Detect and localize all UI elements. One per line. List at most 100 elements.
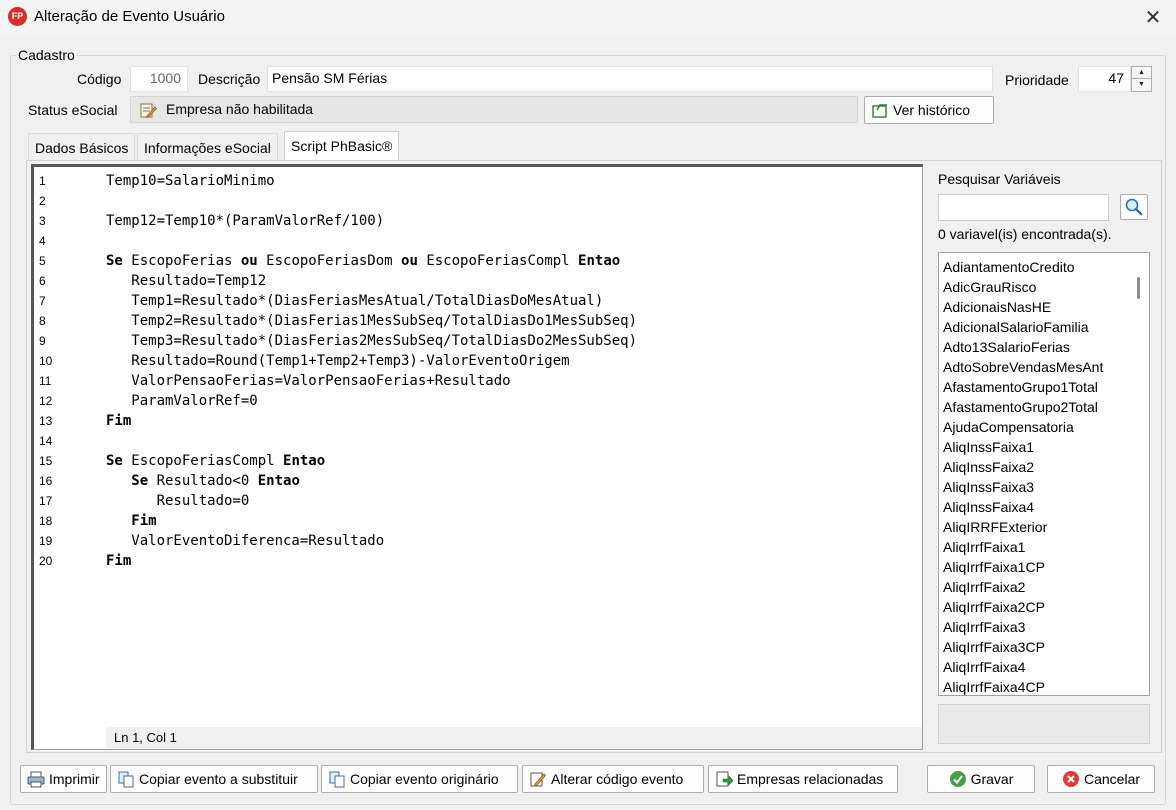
line-number: 10 [39, 354, 53, 368]
alterar-codigo-evento-button[interactable]: Alterar código evento [522, 765, 704, 793]
code-line: Temp2=Resultado*(DiasFerias1MesSubSeq/To… [106, 313, 638, 329]
empresas-relacionadas-label: Empresas relacionadas [737, 771, 884, 787]
cancelar-label: Cancelar [1083, 771, 1141, 787]
variable-list-item[interactable]: AdicionalSalarioFamilia [943, 317, 1089, 337]
code-line: Resultado=Round(Temp1+Temp2+Temp3)-Valor… [106, 353, 570, 369]
variable-list-item[interactable]: AfastamentoGrupo1Total [943, 377, 1098, 397]
variable-list-item[interactable]: AdicionaisNasHE [943, 297, 1051, 317]
line-number: 5 [39, 254, 46, 268]
variable-list-item[interactable]: AliqIrrfFaixa4CP [943, 677, 1045, 695]
copiar-evento-substituir-button[interactable]: Copiar evento a substituir [110, 765, 318, 793]
imprimir-button[interactable]: Imprimir [20, 765, 107, 793]
tab-informacoes-esocial[interactable]: Informações eSocial [137, 133, 278, 160]
chevron-up-icon[interactable]: ▲ [1132, 67, 1151, 79]
code-line: Se EscopoFerias ou EscopoFeriasDom ou Es… [106, 253, 621, 269]
line-number: 16 [39, 474, 53, 488]
alterar-codigo-evento-label: Alterar código evento [551, 771, 684, 787]
line-number: 18 [39, 514, 53, 528]
copiar-evento-originario-label: Copiar evento originário [350, 771, 499, 787]
variable-list-item[interactable]: AliqInssFaixa1 [943, 437, 1034, 457]
close-button[interactable]: ✕ [1130, 0, 1176, 34]
copy-icon [329, 771, 345, 788]
variable-list-item[interactable]: AliqIrrfFaixa3 [943, 617, 1025, 637]
empresas-relacionadas-button[interactable]: Empresas relacionadas [708, 765, 898, 793]
search-icon [1125, 198, 1143, 216]
cadastro-legend: Cadastro [16, 47, 77, 63]
title-bar: FP Alteração de Evento Usuário ✕ [0, 0, 1176, 34]
variables-scrollbar[interactable] [1127, 253, 1149, 695]
code-line: Temp1=Resultado*(DiasFeriasMesAtual/Tota… [106, 293, 604, 309]
printer-icon [27, 771, 45, 788]
status-esocial-field: Empresa não habilitada [130, 96, 858, 123]
descricao-field[interactable]: Pensão SM Férias [267, 66, 993, 92]
app-logo-icon: FP [8, 7, 27, 26]
line-number: 4 [39, 234, 46, 248]
cancelar-button[interactable]: Cancelar [1047, 765, 1155, 793]
code-area[interactable]: Temp10=SalarioMinimo Temp12=Temp10*(Param… [106, 167, 922, 727]
search-variables-input[interactable] [938, 194, 1109, 221]
code-line: Fim [106, 413, 132, 429]
line-number: 19 [39, 534, 53, 548]
code-line: ParamValorRef=0 [106, 393, 258, 409]
line-number: 12 [39, 394, 53, 408]
check-icon [949, 771, 966, 787]
ver-historico-button[interactable]: Ver histórico [864, 96, 994, 124]
line-number: 1 [39, 174, 46, 188]
line-number: 17 [39, 494, 53, 508]
line-number: 8 [39, 314, 46, 328]
variable-list-item[interactable]: AliqInssFaixa3 [943, 477, 1034, 497]
code-line: Fim [131, 513, 157, 529]
variable-list-item[interactable]: AdicGrauRisco [943, 277, 1036, 297]
line-number: 2 [39, 194, 46, 208]
status-esocial-label: Status eSocial [28, 102, 118, 118]
imprimir-label: Imprimir [49, 771, 100, 787]
variable-list-item[interactable]: AliqIrrfFaixa2 [943, 577, 1025, 597]
gravar-label: Gravar [970, 771, 1014, 787]
scrollbar-thumb[interactable] [1137, 277, 1140, 299]
variable-list-item[interactable]: AliqIrrfFaixa4 [943, 657, 1025, 677]
copiar-evento-substituir-label: Copiar evento a substituir [139, 771, 298, 787]
gravar-button[interactable]: Gravar [927, 765, 1035, 793]
line-number: 11 [39, 374, 52, 388]
line-number: 14 [39, 434, 53, 448]
prioridade-stepper[interactable]: ▲ ▼ [1131, 66, 1152, 92]
variable-list-item[interactable]: AdtoSobreVendasMesAnt [943, 357, 1103, 377]
tab-dados-basicos[interactable]: Dados Básicos [28, 133, 136, 160]
prioridade-field[interactable]: 47 [1078, 66, 1131, 92]
chevron-down-icon[interactable]: ▼ [1132, 79, 1151, 91]
variable-list-item[interactable]: AliqIRRFExterior [943, 517, 1047, 537]
variables-found-count: 0 variavel(is) encontrada(s). [938, 226, 1112, 242]
variable-list-item[interactable]: AliqInssFaixa4 [943, 497, 1034, 517]
tab-script-phbasic[interactable]: Script PhBasic® [284, 131, 400, 161]
variable-list-item[interactable]: AliqIrrfFaixa1 [943, 537, 1025, 557]
history-icon [872, 104, 887, 118]
code-line: Temp12=Temp10*(ParamValorRef/100) [106, 213, 385, 229]
variable-list-item[interactable]: Adto13SalarioFerias [943, 337, 1070, 357]
variable-list-item[interactable]: AliqInssFaixa2 [943, 457, 1034, 477]
code-line: ValorPensaoFerias=ValorPensaoFerias+Resu… [106, 373, 511, 389]
status-esocial-value: Empresa não habilitada [166, 101, 314, 117]
edit-document-icon [530, 772, 547, 787]
variable-list-item[interactable]: AliqIrrfFaixa2CP [943, 597, 1045, 617]
code-line: Resultado=0 [106, 493, 250, 509]
code-line: Se Resultado<0 Entao [131, 473, 300, 489]
codigo-field[interactable]: 1000 [130, 66, 188, 92]
copy-icon [118, 771, 134, 788]
variables-list[interactable]: AliqIrrfFaixa4CP AliqIrrfFaixa4 AliqIrrfFa… [938, 252, 1150, 696]
descricao-label: Descrição [198, 71, 261, 87]
copiar-evento-originario-button[interactable]: Copiar evento originário [321, 765, 518, 793]
variable-list-item[interactable]: AdiantamentoCredito [943, 257, 1075, 277]
code-line: Se EscopoFeriasCompl Entao [106, 453, 326, 469]
code-editor[interactable]: 1 2 3 4 5 6 7 8 9 10 11 12 13 14 15 16 17 18 19 20 Temp10=S… [31, 164, 923, 750]
variable-list-item[interactable]: AjudaCompensatoria [943, 417, 1074, 437]
variable-list-item[interactable]: AfastamentoGrupo2Total [943, 397, 1098, 417]
variable-description-box [938, 704, 1150, 744]
search-button[interactable] [1120, 194, 1148, 220]
search-variables-label: Pesquisar Variáveis [938, 171, 1061, 187]
line-number: 20 [39, 554, 53, 568]
variable-list-item[interactable]: AliqIrrfFaixa1CP [943, 557, 1045, 577]
variable-list-item[interactable]: AliqIrrfFaixa3CP [943, 637, 1045, 657]
